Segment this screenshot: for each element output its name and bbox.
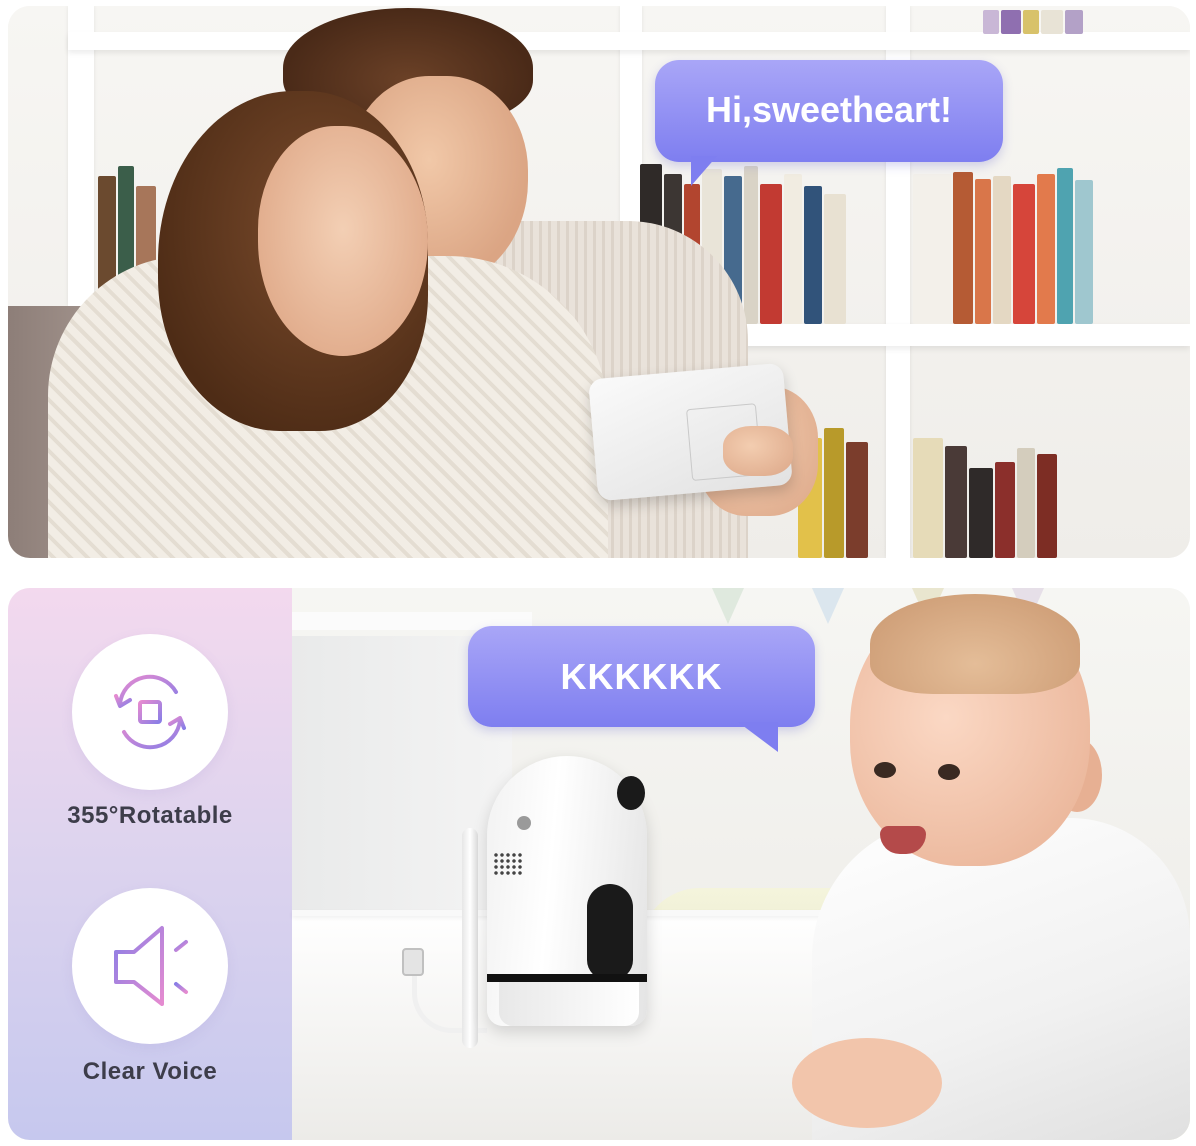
- speech-bubble-text: Hi,sweetheart!: [705, 89, 953, 130]
- feature-label-rotation: 355°Rotatable: [67, 802, 233, 829]
- baby-hand: [792, 1038, 942, 1128]
- feature-label-voice: Clear Voice: [82, 1058, 218, 1085]
- feature-sidebar: 355°Rotatable Clear Voice: [8, 588, 292, 1140]
- baby-hair: [870, 594, 1080, 694]
- parents-photo-panel: [8, 6, 1190, 558]
- bunting-flag: [712, 588, 744, 624]
- speech-bubble-baby: KKKKKK: [468, 626, 815, 752]
- bunting-flag: [812, 588, 844, 624]
- baby-eye-left: [874, 762, 896, 778]
- speech-bubble-tail: [738, 722, 778, 752]
- baby-eye-right: [938, 764, 960, 780]
- camera-panel: [587, 884, 633, 980]
- camera-ear: [617, 776, 645, 810]
- wifi-antenna: [462, 828, 478, 1048]
- camera-lens: [517, 816, 531, 830]
- speech-bubble-text: KKKKKK: [560, 656, 723, 697]
- camera-base: [499, 982, 639, 1026]
- speech-bubble-tail: [691, 156, 717, 186]
- speaker-grill: [493, 852, 523, 876]
- camera-ring: [487, 974, 647, 982]
- baby-camera: [487, 756, 647, 1026]
- rotate-icon: [72, 634, 228, 790]
- woman-hand: [723, 426, 793, 476]
- usb-plug: [402, 948, 424, 976]
- woman-face: [258, 126, 428, 356]
- speaker-icon: [72, 888, 228, 1044]
- speech-bubble-parents: Hi,sweetheart!: [655, 60, 1003, 186]
